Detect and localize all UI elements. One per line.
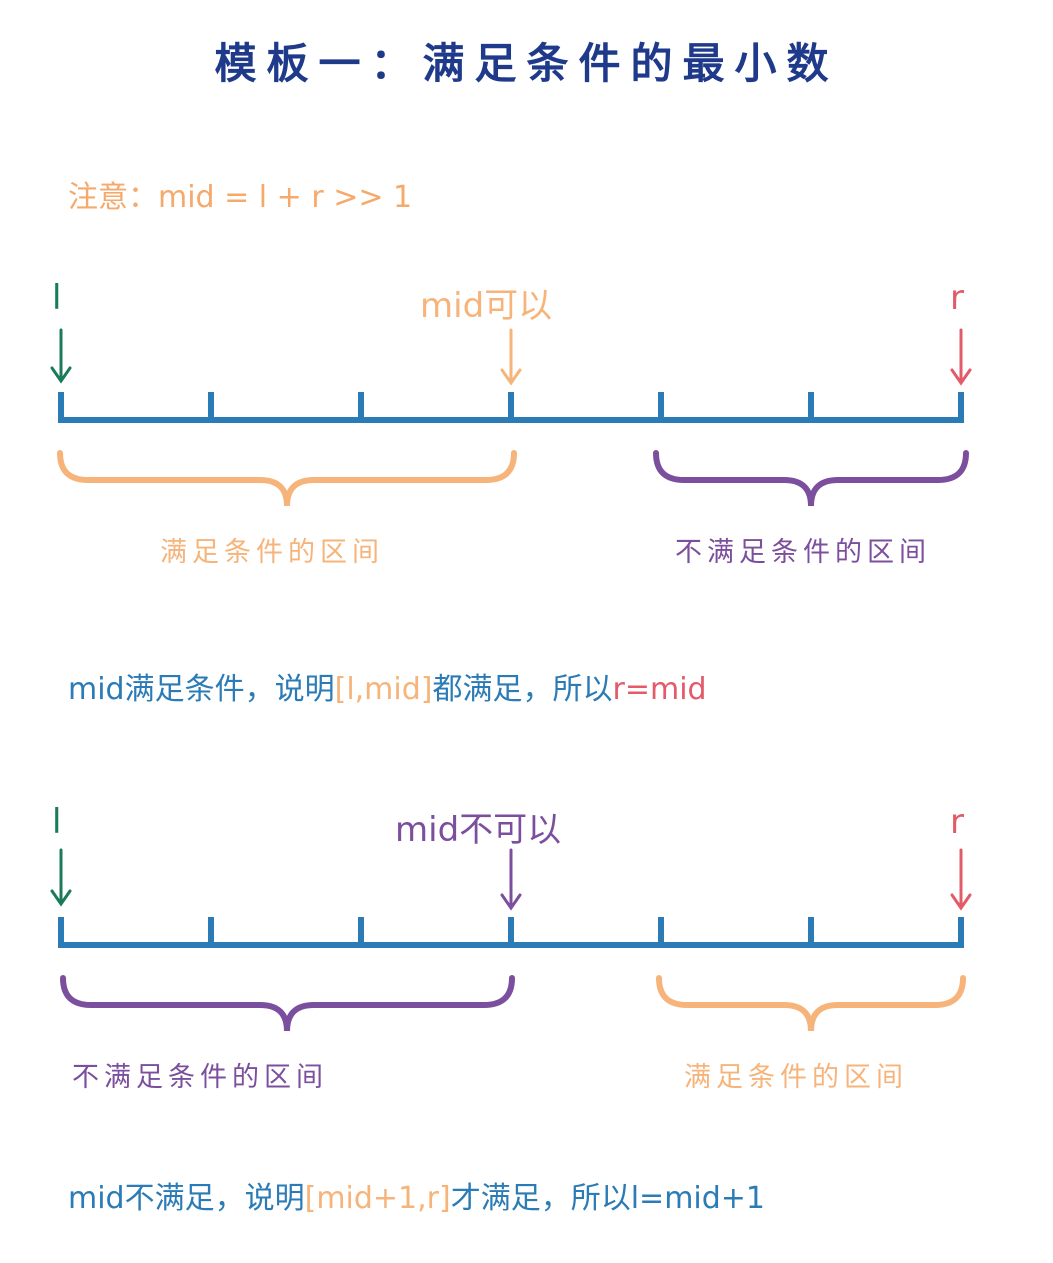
right-interval-caption: 不满足条件的区间	[675, 537, 931, 568]
left-arrow	[50, 848, 72, 907]
left-pointer-label: l	[52, 802, 62, 842]
note-text: 注意：mid = l + r >> 1	[68, 180, 413, 215]
left-pointer-label: l	[52, 278, 62, 318]
mid-arrow	[500, 848, 522, 911]
statement-result: l=mid+1	[630, 1181, 766, 1216]
number-line-diagram-1	[50, 328, 972, 507]
conclusion-statement: mid满足条件，说明[l,mid]都满足，所以r=mid	[68, 664, 707, 708]
number-line-diagram-2	[50, 848, 972, 1032]
statement-result: r=mid	[612, 672, 707, 707]
mid-arrow	[500, 328, 522, 386]
right-arrow	[950, 848, 972, 911]
right-arrow	[950, 328, 972, 386]
statement-part-1: mid不满足，说明	[68, 1181, 305, 1216]
statement-part-1: mid满足条件，说明	[68, 672, 335, 707]
left-arrow	[50, 328, 72, 384]
right-brace	[653, 450, 969, 507]
right-interval-caption: 满足条件的区间	[684, 1062, 908, 1093]
right-pointer-label: r	[950, 278, 964, 318]
mid-pointer-label: mid不可以	[395, 810, 562, 850]
conclusion-statement: mid不满足，说明[mid+1,r]才满足，所以l=mid+1	[68, 1173, 765, 1217]
left-interval-caption: 满足条件的区间	[160, 537, 384, 568]
statement-part-3: 才满足，所以	[450, 1181, 631, 1216]
left-brace	[60, 975, 515, 1032]
left-interval-caption: 不满足条件的区间	[72, 1062, 328, 1093]
right-brace	[656, 975, 966, 1032]
page-title: 模板一：满足条件的最小数	[214, 39, 839, 88]
statement-interval: [l,mid]	[334, 672, 433, 707]
statement-part-3: 都满足，所以	[432, 672, 613, 707]
left-brace	[57, 450, 517, 507]
number-line	[58, 917, 964, 948]
statement-interval: [mid+1,r]	[304, 1181, 451, 1216]
number-line	[58, 392, 964, 423]
right-pointer-label: r	[950, 802, 964, 842]
